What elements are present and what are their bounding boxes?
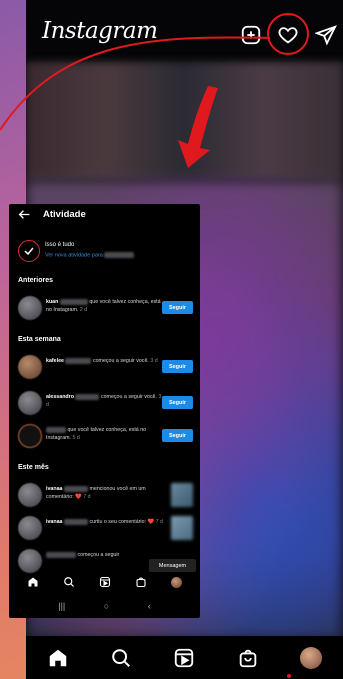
new-activity-link-text: Ver nova atividade para [45,252,103,259]
post-thumbnail[interactable] [171,483,193,507]
home-button[interactable]: ○ [104,601,109,611]
follow-button[interactable]: Seguir [162,429,193,442]
timestamp: 3 d [150,358,158,364]
profile-avatar[interactable] [171,576,182,588]
notification-text: kuan que você talvez conheça, está no In… [46,298,164,314]
redacted-text [46,426,66,433]
search-icon[interactable] [63,576,75,588]
page-title: Atividade [43,209,86,220]
follow-button[interactable]: Seguir [162,301,193,314]
username: kuan [46,299,59,305]
profile-avatar[interactable] [300,646,323,669]
username: kafelee [46,358,64,364]
redacted-text [63,518,88,525]
recents-button[interactable]: ||| [58,601,65,611]
heart-highlight-circle [267,13,309,55]
section-this-week: Esta semana [18,336,61,343]
search-icon[interactable] [110,647,132,669]
notification-text: ivanaa mencionou você em um comentário: … [46,485,164,501]
redacted-text [63,485,88,492]
timestamp: 7 d [83,494,91,500]
notification-dot [287,674,291,678]
reels-icon[interactable] [173,647,195,669]
notification-message: começou a seguir você. [92,358,149,364]
redacted-text [59,298,88,305]
redacted-text [46,551,76,558]
notification-message: curtiu o seu comentário: [89,519,146,525]
notification-message: começou a seguir você. [100,394,157,400]
new-activity-link[interactable]: Ver nova atividade para [45,252,135,259]
done-title: Isso é tudo [45,242,75,248]
heart-emoji: ❤️ [75,494,82,500]
send-icon[interactable] [315,24,337,46]
list-item[interactable]: ivanaa curtiu o seu comentário: ❤️ 7 d [18,516,193,542]
redacted-text [75,393,100,400]
section-this-month: Este mês [18,464,49,471]
avatar [18,424,42,448]
notification-text: que você talvez conheça, está no Instagr… [46,426,164,442]
instagram-logo: Instagram [42,18,158,44]
list-item[interactable]: ivanaa mencionou você em um comentário: … [18,483,193,509]
notification-message: começou a seguir [77,552,120,558]
section-previous: Anteriores [18,277,54,284]
list-item[interactable]: alessandro começou a seguir você. 3 d Se… [18,391,193,417]
timestamp: 5 d [72,435,80,441]
redacted-text [65,357,92,364]
notification-text: começou a seguir [46,551,164,559]
instagram-header: Instagram [26,0,343,62]
notification-text: kafelee começou a seguir você. 3 d [46,357,164,365]
timestamp: 2 d [79,307,88,313]
follow-button[interactable]: Seguir [162,396,193,409]
heart-emoji: ❤️ [147,519,155,525]
activity-screen: Atividade Isso é tudo Ver nova atividade… [9,204,200,618]
shop-icon[interactable] [237,647,259,669]
avatar [18,296,42,320]
avatar [18,355,42,379]
message-button[interactable]: Mensagem [149,559,196,572]
redacted-text [104,252,135,258]
shop-icon[interactable] [135,576,147,588]
follow-button[interactable]: Seguir [162,360,193,373]
notification-text: ivanaa curtiu o seu comentário: ❤️ 7 d [46,518,164,526]
reels-icon[interactable] [99,576,111,588]
plus-square-icon[interactable] [240,24,262,46]
avatar [18,549,42,573]
list-item[interactable]: kafelee começou a seguir você. 3 d Segui… [18,355,193,381]
username: ivanaa [46,486,63,492]
bottom-navigation [9,572,200,592]
home-icon[interactable] [47,647,69,669]
system-navigation: ||| ○ ‹ [9,594,200,618]
bottom-navigation [26,636,343,679]
username: ivanaa [46,519,63,525]
activity-header: Atividade [9,204,200,226]
check-circle-icon [18,240,40,262]
username: alessandro [46,394,74,400]
home-icon[interactable] [27,576,39,588]
list-item[interactable]: que você talvez conheça, está no Instagr… [18,424,193,450]
back-arrow-icon[interactable] [18,208,31,221]
timestamp: 7 d [155,519,163,525]
list-item[interactable]: kuan que você talvez conheça, está no In… [18,296,193,322]
notification-text: alessandro começou a seguir você. 3 d [46,393,164,409]
post-thumbnail[interactable] [171,516,193,540]
back-button[interactable]: ‹ [148,601,151,611]
avatar [18,483,42,507]
stories-tray [26,62,343,180]
avatar [18,516,42,540]
avatar [18,391,42,415]
